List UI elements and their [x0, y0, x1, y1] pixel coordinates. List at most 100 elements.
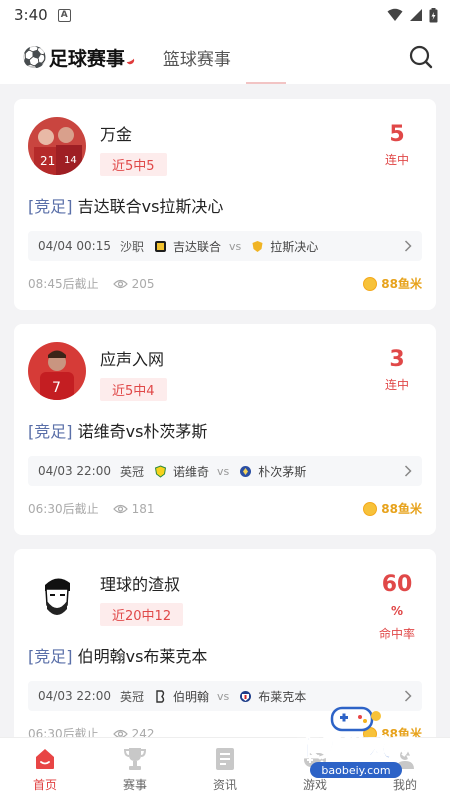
- profile-icon: [392, 746, 418, 772]
- team-logo-icon: [156, 689, 165, 703]
- match-league: 沙职: [119, 239, 144, 254]
- tip-card[interactable]: 7 应声入网 近5中4 3 连中 [竞足] 诺维奇vs朴茨茅斯 04/03 22…: [14, 324, 436, 535]
- stat-value: 3: [389, 347, 405, 372]
- battery-icon: [429, 7, 438, 22]
- stat-unit: %: [390, 604, 404, 618]
- view-count-value: 181: [131, 501, 155, 516]
- stat-label: 连中: [384, 153, 409, 167]
- chevron-right-icon: [404, 465, 412, 477]
- price[interactable]: 88鱼米: [363, 275, 422, 292]
- chevron-right-icon: [404, 240, 412, 252]
- status-bar: 3:40 A: [0, 0, 450, 30]
- active-tab-mark: [126, 57, 136, 66]
- match-time: 04/03 22:00: [38, 689, 111, 703]
- bottom-nav: 首页 赛事 资讯 游戏 我的: [0, 737, 450, 800]
- nav-events[interactable]: 赛事: [90, 738, 180, 800]
- deadline-text: 06:30后截止: [28, 727, 99, 737]
- stat-label: 连中: [384, 378, 409, 392]
- away-team: 朴次茅斯: [239, 463, 306, 480]
- match-row[interactable]: 04/03 22:00 英冠 伯明翰 vs 布莱克本: [28, 681, 422, 711]
- tip-title-text: 伯明翰vs布莱克本: [77, 647, 208, 666]
- status-time: 3:40: [14, 6, 48, 24]
- tip-card[interactable]: 理球的渣叔 近20中12 60 % 命中率 [竞足] 伯明翰vs布莱克本 04/…: [14, 549, 436, 737]
- search-button[interactable]: [406, 42, 436, 72]
- chevron-right-icon: [404, 690, 412, 702]
- nav-news[interactable]: 资讯: [180, 738, 270, 800]
- view-count: 181: [112, 501, 155, 516]
- home-team-name: 诺维奇: [173, 464, 210, 479]
- tip-title[interactable]: [竞足] 诺维奇vs朴茨茅斯: [28, 418, 422, 442]
- tip-title[interactable]: [竞足] 吉达联合vs拉斯决心: [28, 193, 422, 217]
- author-name[interactable]: 万金: [100, 121, 167, 145]
- tab-football[interactable]: ⚽ 足球赛事: [22, 44, 136, 71]
- nav-home[interactable]: 首页: [0, 738, 90, 800]
- tip-title-text: 吉达联合vs拉斯决心: [77, 197, 224, 216]
- tip-tag: [竞足]: [28, 647, 73, 666]
- avatar[interactable]: [28, 567, 86, 625]
- home-team: 伯明翰: [154, 688, 209, 705]
- price-value: 88鱼米: [381, 727, 422, 737]
- match-league: 英冠: [119, 464, 144, 479]
- home-icon: [32, 746, 58, 772]
- coin-icon: [363, 501, 378, 516]
- away-team: 拉斯决心: [251, 238, 318, 255]
- eye-icon: [112, 729, 128, 737]
- deadline-text: 06:30后截止: [28, 502, 99, 516]
- hit-rate-stat: 60 % 命中率: [372, 567, 422, 642]
- search-icon: [409, 45, 433, 69]
- wifi-icon: [387, 8, 403, 21]
- author-name[interactable]: 理球的渣叔: [100, 571, 183, 595]
- nav-profile[interactable]: 我的: [360, 738, 450, 800]
- vs-label: vs: [217, 464, 230, 478]
- game-icon: [302, 746, 328, 772]
- record-badge: 近5中4: [100, 378, 167, 401]
- team-logo-icon: [252, 240, 263, 252]
- coin-icon: [363, 276, 378, 291]
- team-logo-icon: [154, 464, 167, 478]
- coin-icon: [363, 726, 378, 737]
- nav-profile-label: 我的: [392, 777, 417, 792]
- notification-icon: A: [57, 8, 71, 22]
- tab-basketball-label: 篮球赛事: [162, 49, 231, 70]
- price[interactable]: 88鱼米: [363, 500, 422, 517]
- view-count-value: 242: [131, 726, 155, 738]
- tab-basketball[interactable]: 篮球赛事: [163, 45, 231, 70]
- away-team-name: 拉斯决心: [270, 239, 319, 254]
- match-row[interactable]: 04/03 22:00 英冠 诺维奇 vs 朴次茅斯: [28, 456, 422, 486]
- record-badge: 近20中12: [100, 603, 184, 626]
- team-logo-icon: [240, 465, 252, 477]
- match-time: 04/04 00:15: [38, 239, 111, 253]
- vs-label: vs: [229, 239, 242, 253]
- tip-card[interactable]: 21 14 万金 近5中5 5 连中 [竞足] 吉达联合vs拉斯决心 04/04 …: [14, 99, 436, 310]
- nav-home-label: 首页: [32, 777, 57, 792]
- match-league: 英冠: [119, 689, 144, 704]
- news-icon: [212, 746, 238, 772]
- nav-game-label: 游戏: [302, 777, 327, 792]
- tip-title[interactable]: [竞足] 伯明翰vs布莱克本: [28, 643, 422, 667]
- tips-feed[interactable]: 21 14 万金 近5中5 5 连中 [竞足] 吉达联合vs拉斯决心 04/04 …: [0, 84, 450, 737]
- team-logo-icon: [240, 690, 252, 702]
- home-team-name: 吉达联合: [173, 239, 222, 254]
- deadline-text: 08:45后截止: [28, 277, 99, 291]
- author-name[interactable]: 应声入网: [100, 346, 167, 370]
- price-value: 88鱼米: [381, 502, 422, 516]
- soccer-ball-icon: ⚽: [22, 45, 47, 69]
- home-team-name: 伯明翰: [173, 689, 210, 704]
- record-badge: 近5中5: [100, 153, 167, 176]
- team-logo-icon: [155, 240, 166, 252]
- tip-title-text: 诺维奇vs朴茨茅斯: [77, 422, 208, 441]
- eye-icon: [112, 279, 128, 288]
- trophy-icon: [122, 746, 148, 772]
- stat-label: 命中率: [378, 627, 415, 641]
- svg-text:7: 7: [52, 380, 61, 396]
- avatar[interactable]: 21 14: [28, 117, 86, 175]
- nav-game[interactable]: 游戏: [270, 738, 360, 800]
- price-value: 88鱼米: [381, 277, 422, 291]
- avatar[interactable]: 7: [28, 342, 86, 400]
- streak-stat: 3 连中: [372, 342, 422, 393]
- price[interactable]: 88鱼米: [363, 725, 422, 737]
- tip-tag: [竞足]: [28, 422, 73, 441]
- top-tab-bar: ⚽ 足球赛事 篮球赛事: [0, 30, 450, 84]
- view-count: 242: [112, 726, 155, 738]
- match-row[interactable]: 04/04 00:15 沙职 吉达联合 vs 拉斯决心: [28, 231, 422, 261]
